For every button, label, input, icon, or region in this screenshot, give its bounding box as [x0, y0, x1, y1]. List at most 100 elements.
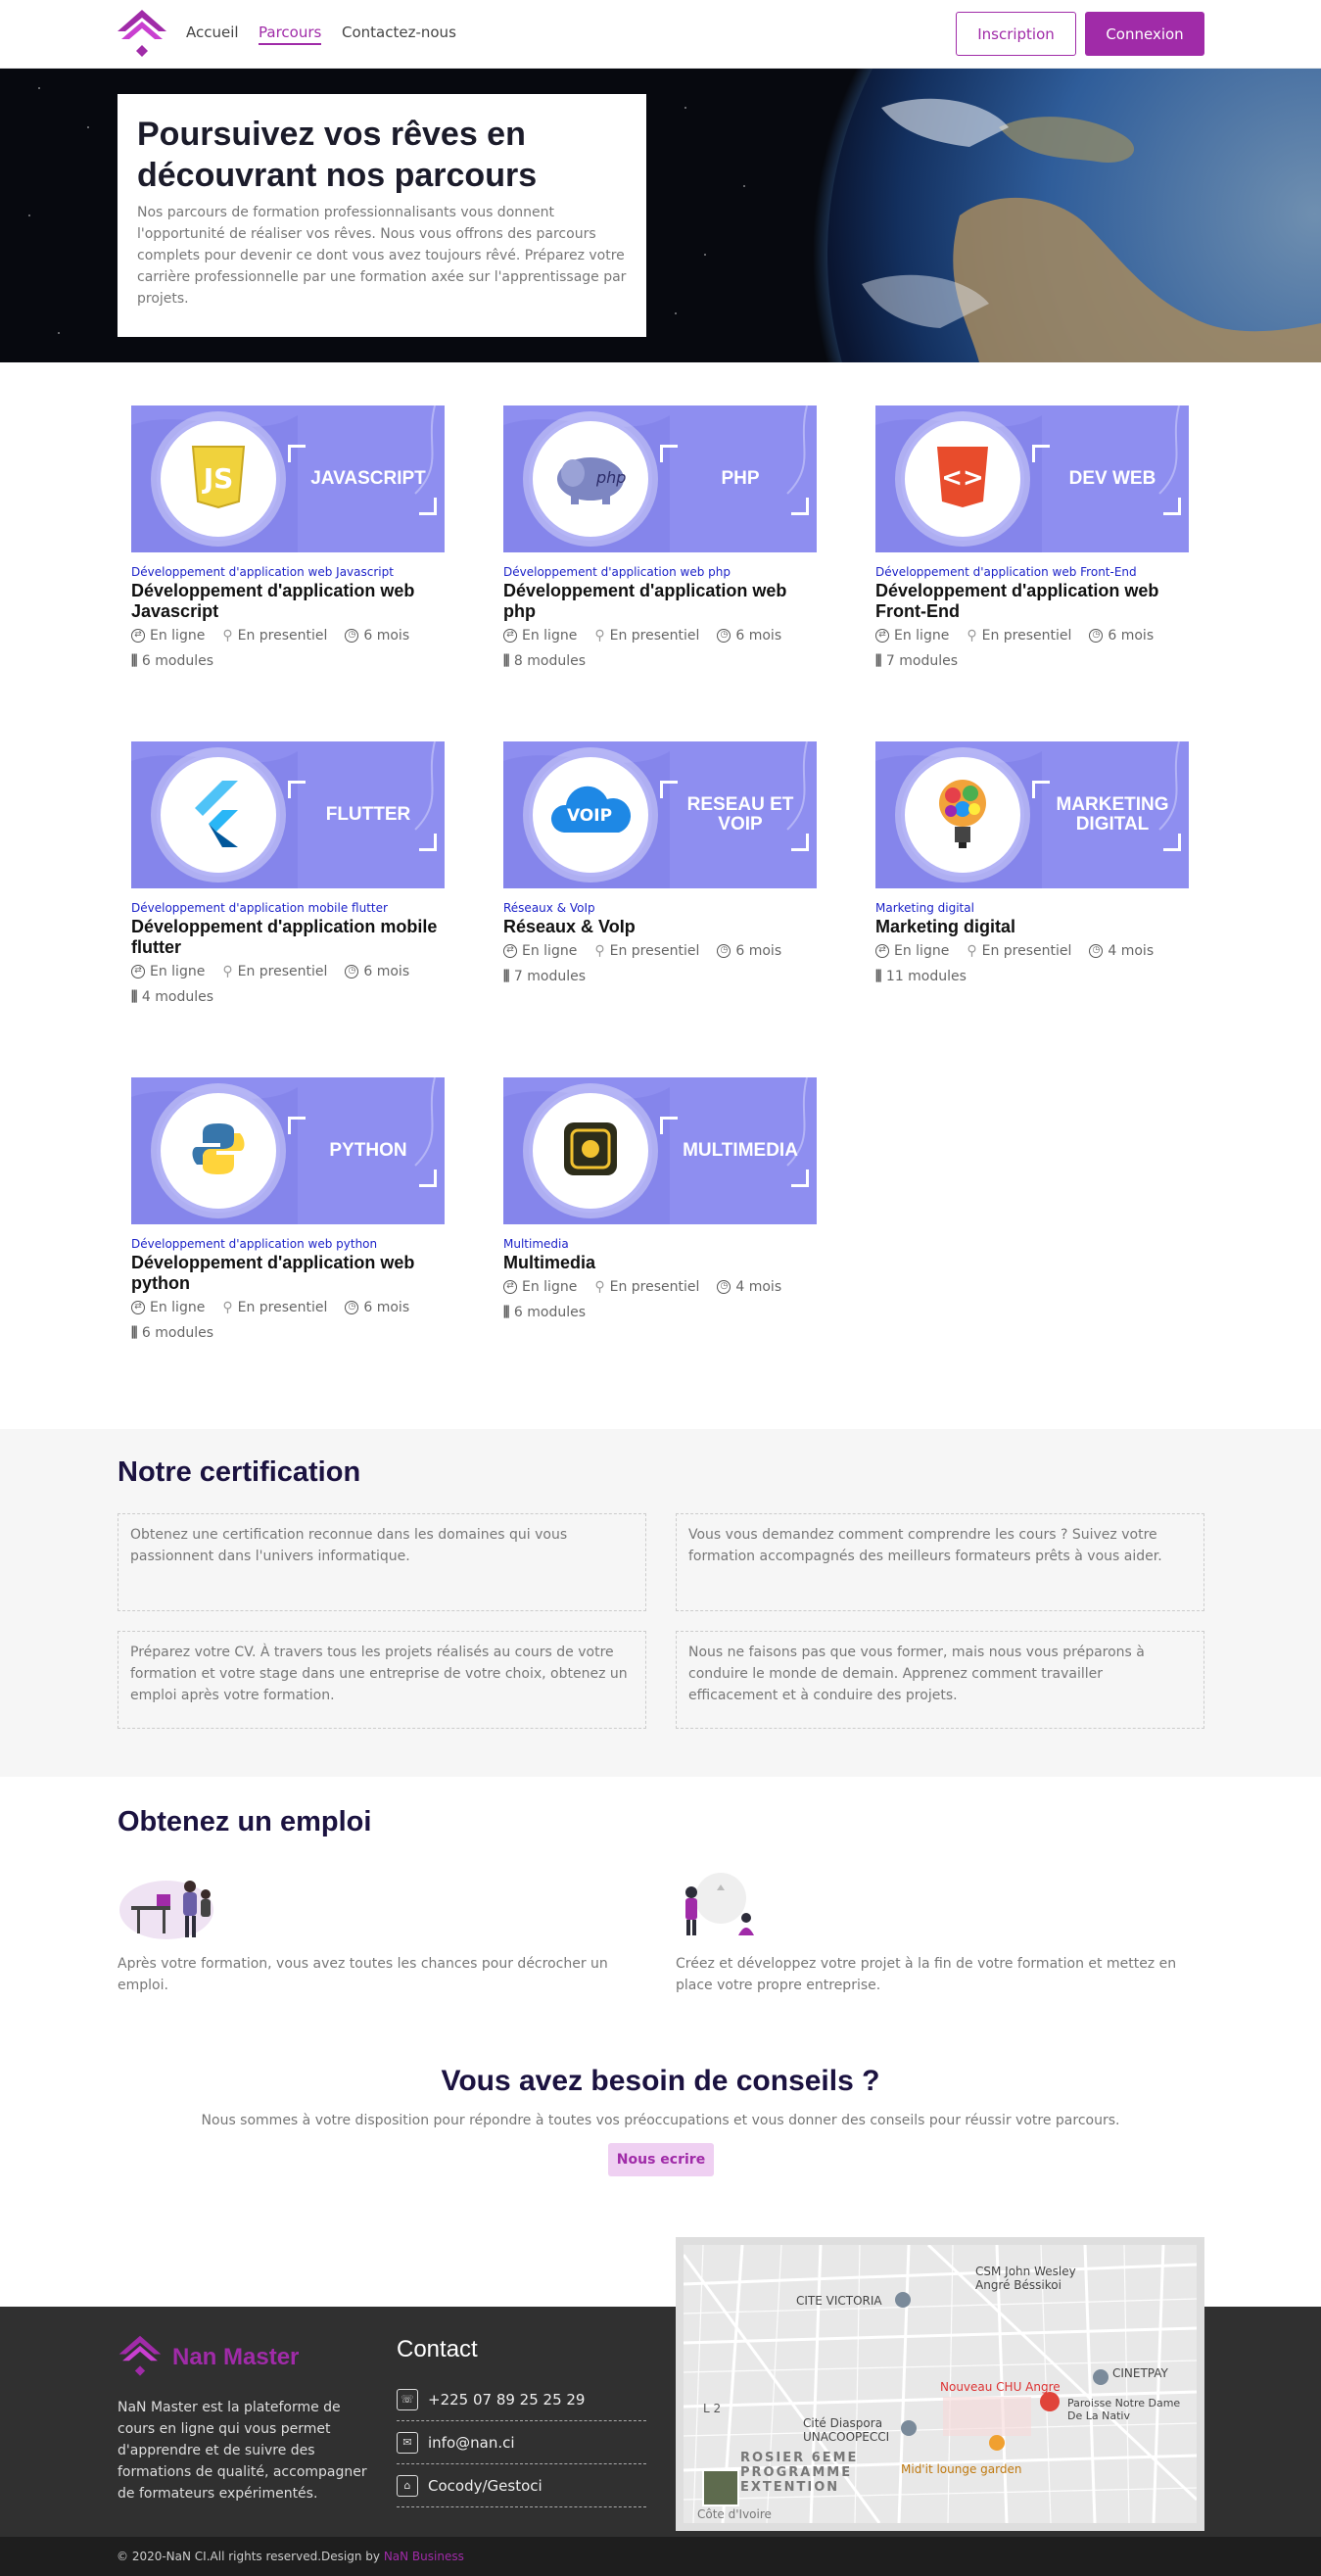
course-banner[interactable]: JS JAVASCRIPT: [131, 405, 445, 552]
map-label: Paroisse Notre Dame De La Nativ: [1067, 2397, 1181, 2422]
course-card[interactable]: JS JAVASCRIPT Développement d'application …: [131, 405, 445, 669]
voip-cloud-icon: VOIP: [548, 786, 633, 844]
certification-box: Nous ne faisons pas que vous former, mai…: [676, 1631, 1204, 1729]
course-icon-circle: [157, 1089, 280, 1213]
course-title[interactable]: Développement d'application web php: [503, 581, 817, 622]
course-card[interactable]: php PHP Développement d'application web ph…: [503, 405, 817, 669]
online-icon: ⇄: [503, 1280, 517, 1294]
course-category[interactable]: Développement d'application web Front-En…: [875, 565, 1189, 579]
onsite-label: En presentiel: [609, 1279, 700, 1295]
modules-label: 6 modules: [141, 1325, 214, 1341]
course-banner[interactable]: FLUTTER: [131, 741, 445, 888]
online-label: En ligne: [894, 943, 950, 959]
email-icon: ✉: [397, 2431, 418, 2454]
contact-phone[interactable]: ☏ +225 07 89 25 25 29: [397, 2378, 646, 2421]
course-title[interactable]: Multimedia: [503, 1253, 817, 1273]
modules-icon: ⫼: [875, 653, 882, 669]
course-modules: ⫼ 11 modules: [875, 969, 1189, 984]
course-category[interactable]: Développement d'application web php: [503, 565, 817, 579]
course-title[interactable]: Développement d'application web Javascri…: [131, 581, 445, 622]
online-label: En ligne: [522, 943, 578, 959]
course-title[interactable]: Marketing digital: [875, 917, 1189, 937]
course-card[interactable]: <> DEV WEB Développement d'application web…: [875, 405, 1189, 669]
contact-phone-value: +225 07 89 25 25 29: [428, 2390, 586, 2409]
contact-address[interactable]: ⌂ Cocody/Gestoci: [397, 2464, 646, 2507]
course-banner[interactable]: <> DEV WEB: [875, 405, 1189, 552]
course-meta: ⇄ En ligne ⚲ En presentiel ◷ 4 mois: [503, 1279, 817, 1295]
inscription-button[interactable]: Inscription: [956, 12, 1076, 56]
duration-info: ◷ 6 mois: [1089, 628, 1154, 644]
modules-label: 6 modules: [513, 1305, 587, 1320]
multimedia-chip-icon: [562, 1121, 619, 1181]
course-category[interactable]: Multimedia: [503, 1237, 817, 1251]
duration-label: 6 mois: [1108, 628, 1155, 644]
onsite-label: En presentiel: [981, 628, 1072, 644]
designer-link[interactable]: NaN Business: [384, 2550, 464, 2563]
map-label: CITE VICTORIA: [796, 2294, 882, 2308]
online-icon: ⇄: [875, 944, 889, 958]
online-label: En ligne: [150, 964, 206, 979]
online-label: En ligne: [522, 1279, 578, 1295]
onsite-info: ⚲ En presentiel: [967, 628, 1071, 644]
course-category[interactable]: Marketing digital: [875, 901, 1189, 915]
course-banner[interactable]: MULTIMEDIA: [503, 1077, 817, 1224]
corner-bracket-icon: [288, 445, 306, 462]
course-card[interactable]: FLUTTER Développement d'application mobil…: [131, 741, 445, 1005]
corner-bracket-icon: [1032, 445, 1050, 462]
map-label: Nouveau CHU Angre: [940, 2380, 1061, 2394]
nav-parcours[interactable]: Parcours: [259, 24, 322, 45]
conseils-text: Nous sommes à votre disposition pour rép…: [201, 2113, 1120, 2128]
course-banner-label: DEV WEB: [1068, 468, 1156, 489]
clock-icon: ◷: [717, 1280, 731, 1294]
course-banner[interactable]: VOIP RESEAU ET VOIP: [503, 741, 817, 888]
startup-illustration: [685, 1873, 754, 1935]
online-info: ⇄ En ligne: [875, 628, 949, 644]
course-title[interactable]: Développement d'application mobile flutt…: [131, 917, 445, 958]
connexion-button[interactable]: Connexion: [1085, 12, 1204, 56]
svg-text:JS: JS: [202, 462, 234, 495]
course-title[interactable]: Développement d'application web Front-En…: [875, 581, 1189, 622]
onsite-label: En presentiel: [237, 628, 328, 644]
course-category[interactable]: Développement d'application mobile flutt…: [131, 901, 445, 915]
course-category[interactable]: Développement d'application web python: [131, 1237, 445, 1251]
onsite-label: En presentiel: [609, 628, 700, 644]
course-modules: ⫼ 7 modules: [875, 653, 1189, 669]
duration-info: ◷ 6 mois: [717, 628, 781, 644]
google-map[interactable]: CSM John Wesley Angré Béssikoi CITE VICT…: [676, 2237, 1204, 2531]
modules-label: 11 modules: [885, 969, 967, 984]
course-title[interactable]: Réseaux & VoIp: [503, 917, 817, 937]
duration-label: 6 mois: [363, 628, 410, 644]
course-banner-label: MULTIMEDIA: [683, 1140, 798, 1161]
onsite-info: ⚲ En presentiel: [222, 964, 327, 979]
certification-box: Préparez votre CV. À travers tous les pr…: [118, 1631, 646, 1729]
course-card[interactable]: MARKETING DIGITAL Marketing digital Market…: [875, 741, 1189, 984]
contact-email[interactable]: ✉ info@nan.ci: [397, 2421, 646, 2464]
office-work-illustration: [119, 1881, 213, 1939]
copyright-bar: © 2020-NaN CI.All rights reserved.Design…: [0, 2537, 1321, 2576]
course-category[interactable]: Réseaux & VoIp: [503, 901, 817, 915]
course-icon-circle: php: [529, 417, 652, 541]
course-title[interactable]: Développement d'application web python: [131, 1253, 445, 1294]
map-label: Mid'it lounge garden: [901, 2462, 1022, 2476]
modules-icon: ⫼: [503, 1305, 510, 1320]
nous-ecrire-button[interactable]: Nous ecrire: [608, 2143, 714, 2176]
course-modules: ⫼ 6 modules: [503, 1305, 817, 1320]
course-banner[interactable]: php PHP: [503, 405, 817, 552]
course-banner[interactable]: MARKETING DIGITAL: [875, 741, 1189, 888]
nav-accueil[interactable]: Accueil: [186, 24, 239, 41]
online-icon: ⇄: [503, 944, 517, 958]
corner-bracket-icon: [288, 1117, 306, 1134]
course-card[interactable]: PYTHON Développement d'application web py…: [131, 1077, 445, 1341]
course-card[interactable]: VOIP RESEAU ET VOIP Réseaux & VoIp Réseaux …: [503, 741, 817, 984]
nav-contactez-nous[interactable]: Contactez-nous: [342, 24, 456, 41]
online-info: ⇄ En ligne: [131, 628, 205, 644]
course-card[interactable]: MULTIMEDIA Multimedia Multimedia ⇄ En ligne ⚲…: [503, 1077, 817, 1320]
course-category[interactable]: Développement d'application web Javascri…: [131, 565, 445, 579]
course-modules: ⫼ 6 modules: [131, 653, 445, 669]
onsite-label: En presentiel: [981, 943, 1072, 959]
clock-icon: ◷: [1089, 629, 1104, 643]
duration-label: 4 mois: [1108, 943, 1155, 959]
footer-logo-icon[interactable]: [118, 2334, 163, 2379]
course-banner[interactable]: PYTHON: [131, 1077, 445, 1224]
nan-master-logo-icon[interactable]: [116, 8, 168, 61]
